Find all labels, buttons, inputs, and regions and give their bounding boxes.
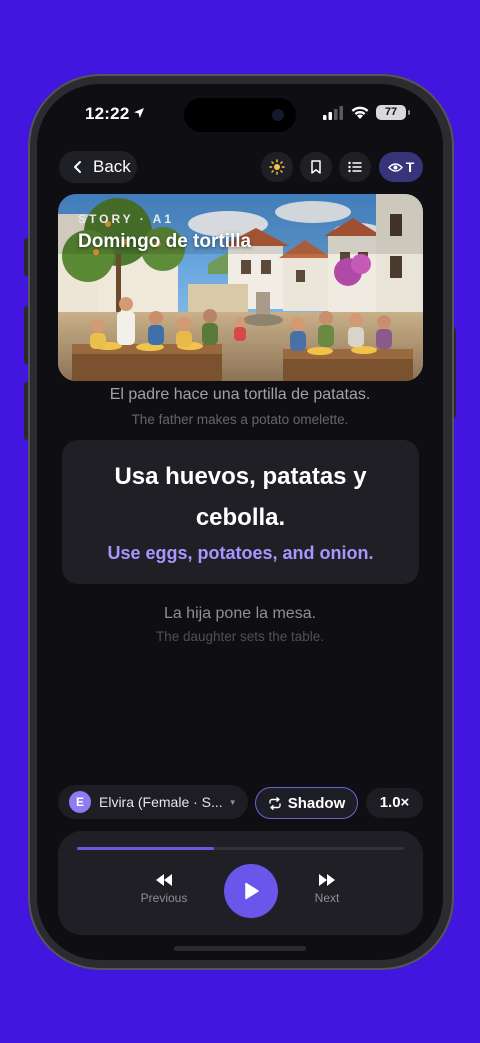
wifi-icon — [351, 106, 369, 119]
chevron-left-icon — [74, 161, 81, 173]
playback-speed-button[interactable]: 1.0× — [366, 788, 423, 818]
play-icon — [245, 882, 259, 900]
current-sentence-translation: Use eggs, potatoes, and onion. — [107, 543, 374, 563]
back-button[interactable]: Back — [59, 151, 137, 183]
cellular-signal-icon — [323, 106, 343, 120]
previous-button[interactable]: Previous — [129, 873, 199, 905]
front-camera-icon — [272, 109, 284, 121]
back-label: Back — [93, 157, 131, 176]
voice-selector[interactable]: E Elvira (Female · S... ▼ — [58, 785, 248, 819]
app-screen: 12:22 77 Back T STORY · A1 Domingo de to… — [37, 84, 443, 960]
shadow-mode-button[interactable]: Shadow — [255, 787, 358, 819]
voice-avatar: E — [69, 791, 91, 813]
battery-indicator: 77 — [376, 105, 410, 120]
bookmark-button[interactable] — [300, 152, 332, 182]
progress-fill — [77, 847, 215, 850]
voice-name: Elvira (Female · S... — [99, 794, 223, 810]
repeat-icon — [269, 796, 281, 810]
dynamic-island — [184, 98, 296, 132]
current-sentence-spanish: Usa huevos, patatas y cebolla. — [114, 463, 367, 531]
story-title: Domingo de tortilla — [78, 231, 252, 252]
dropdown-caret-icon: ▼ — [228, 797, 237, 807]
current-sentence-card[interactable]: Usa huevos, patatas y cebolla. Use eggs,… — [62, 440, 419, 584]
list-button[interactable] — [339, 152, 371, 182]
progress-track[interactable] — [77, 847, 404, 850]
translation-toggle-label: T — [405, 159, 415, 175]
next-sentence-translation: The daughter sets the table. — [155, 629, 325, 644]
fast-forward-icon — [319, 874, 335, 886]
next-label: Next — [314, 891, 340, 905]
next-button[interactable]: Next — [292, 873, 362, 905]
list-icon — [348, 161, 362, 173]
status-time: 12:22 — [85, 104, 130, 123]
story-level-label: STORY · A1 — [78, 212, 175, 226]
previous-sentence-spanish[interactable]: El padre hace una tortilla de patatas. — [37, 386, 443, 404]
previous-label: Previous — [140, 891, 188, 905]
eye-icon — [387, 162, 403, 172]
status-bar: 12:22 77 — [37, 84, 443, 140]
bookmark-icon — [311, 160, 321, 174]
theme-toggle-button[interactable] — [261, 152, 293, 182]
translation-toggle-button[interactable]: T — [379, 152, 423, 182]
rewind-icon — [156, 874, 172, 886]
story-cover-image: STORY · A1 Domingo de tortilla — [58, 194, 423, 381]
previous-sentence-translation: The father makes a potato omelette. — [131, 412, 349, 427]
sun-icon — [269, 159, 285, 175]
location-arrow-icon — [134, 108, 144, 118]
audio-player: Previous Next — [58, 831, 423, 935]
shadow-label: Shadow — [287, 794, 346, 812]
home-indicator — [174, 946, 306, 951]
next-sentence-spanish[interactable]: La hija pone la mesa. — [37, 605, 443, 623]
play-button[interactable] — [224, 864, 278, 918]
